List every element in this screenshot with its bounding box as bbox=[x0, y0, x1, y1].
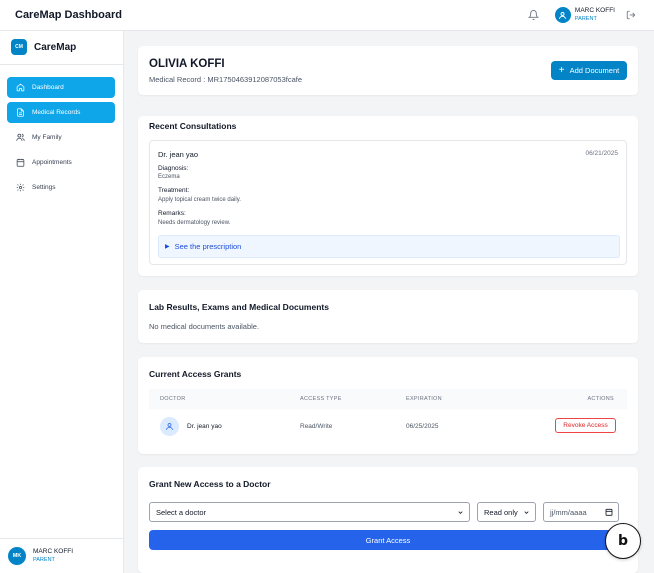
header-user-role: PARENT bbox=[574, 15, 597, 22]
date-placeholder: jj/mm/aaaa bbox=[550, 507, 587, 517]
patient-name: OLIVIA KOFFI bbox=[149, 58, 225, 70]
users-icon bbox=[15, 133, 25, 143]
sidebar: CM CareMap Dashboard Medical Records My … bbox=[0, 31, 124, 573]
app-title: CareMap Dashboard bbox=[15, 9, 122, 21]
doctor-avatar-icon bbox=[160, 417, 179, 436]
sidebar-user[interactable]: MK MARC KOFFI PARENT bbox=[0, 538, 123, 573]
sidebar-item-dashboard[interactable]: Dashboard bbox=[7, 77, 115, 98]
medical-record-id: Medical Record : MR1750463912087053fcafe bbox=[149, 75, 303, 84]
table-header: DOCTOR ACCESS TYPE EXPIRATION ACTIONS bbox=[149, 389, 627, 409]
grant-access-card: Grant New Access to a Doctor Select a do… bbox=[138, 467, 638, 573]
caret-right-icon: ▶ bbox=[165, 244, 170, 250]
sidebar-item-settings[interactable]: Settings bbox=[7, 177, 115, 198]
top-header: CareMap Dashboard MARC KOFFI PARENT bbox=[0, 0, 654, 31]
add-document-label: Add Document bbox=[569, 66, 620, 75]
consultations-card: Recent Consultations Dr. jean yao 06/21/… bbox=[138, 116, 638, 276]
grant-expiration: 06/25/2025 bbox=[406, 423, 439, 430]
b-logo-icon: b bbox=[617, 533, 629, 549]
sidebar-user-info: MARC KOFFI PARENT bbox=[33, 548, 74, 563]
doctor-select[interactable]: Select a doctor bbox=[149, 502, 470, 522]
access-grants-card: Current Access Grants DOCTOR ACCESS TYPE… bbox=[138, 357, 638, 454]
header-user-info[interactable]: MARC KOFFI PARENT bbox=[574, 7, 615, 22]
table-row: Dr. jean yao Read/Write 06/25/2025 Revok… bbox=[149, 409, 627, 444]
consultations-title: Recent Consultations bbox=[149, 121, 237, 131]
brand[interactable]: CM CareMap bbox=[11, 39, 76, 55]
document-icon bbox=[15, 108, 25, 118]
brand-name: CareMap bbox=[34, 41, 77, 53]
expiration-date-input[interactable]: jj/mm/aaaa bbox=[543, 502, 619, 522]
consultation-doctor: Dr. jean yao bbox=[158, 150, 199, 159]
revoke-access-button[interactable]: Revoke Access bbox=[555, 418, 616, 433]
treatment-value: Apply topical cream twice daily. bbox=[158, 197, 241, 203]
lab-results-card: Lab Results, Exams and Medical Documents… bbox=[138, 290, 638, 343]
plus-icon: + bbox=[558, 64, 565, 76]
grant-access-button[interactable]: Grant Access bbox=[149, 530, 627, 550]
grant-access-title: Grant New Access to a Doctor bbox=[149, 479, 271, 489]
diagnosis-value: Eczema bbox=[158, 174, 180, 180]
sidebar-item-label: Appointments bbox=[32, 159, 72, 166]
avatar: MK bbox=[8, 547, 26, 565]
consultation-date: 06/21/2025 bbox=[585, 150, 618, 157]
access-type-select-value: Read only bbox=[484, 507, 518, 517]
logout-icon[interactable] bbox=[625, 9, 637, 21]
diagnosis-label: Diagnosis: bbox=[158, 165, 189, 172]
sidebar-user-role: PARENT bbox=[33, 556, 55, 563]
floating-badge[interactable]: b bbox=[605, 523, 641, 559]
sidebar-item-my-family[interactable]: My Family bbox=[7, 127, 115, 148]
calendar-icon[interactable] bbox=[605, 508, 613, 516]
add-document-button[interactable]: + Add Document bbox=[551, 61, 627, 80]
prescription-toggle[interactable]: ▶ See the prescription bbox=[158, 235, 620, 258]
bell-icon[interactable] bbox=[527, 8, 541, 22]
header-user-area: MARC KOFFI PARENT bbox=[527, 7, 654, 23]
sidebar-item-appointments[interactable]: Appointments bbox=[7, 152, 115, 173]
sidebar-item-label: Settings bbox=[32, 184, 56, 191]
prescription-label: See the prescription bbox=[174, 242, 242, 251]
grant-doctor: Dr. jean yao bbox=[187, 423, 222, 430]
treatment-label: Treatment: bbox=[158, 187, 190, 194]
header-user-name: MARC KOFFI bbox=[574, 7, 615, 14]
sidebar-item-label: Dashboard bbox=[32, 84, 64, 91]
lab-results-title: Lab Results, Exams and Medical Documents bbox=[149, 302, 329, 312]
divider bbox=[0, 64, 123, 65]
calendar-icon bbox=[15, 158, 25, 168]
column-header: DOCTOR bbox=[160, 396, 186, 402]
sidebar-user-name: MARC KOFFI bbox=[33, 548, 74, 555]
remarks-label: Remarks: bbox=[158, 210, 186, 217]
sidebar-item-medical-records[interactable]: Medical Records bbox=[7, 102, 115, 123]
sidebar-item-label: Medical Records bbox=[32, 109, 81, 116]
grant-access-type: Read/Write bbox=[300, 423, 333, 430]
gear-icon bbox=[15, 183, 25, 193]
column-header: ACTIONS bbox=[587, 396, 614, 402]
column-header: ACCESS TYPE bbox=[300, 396, 342, 402]
user-avatar-icon[interactable] bbox=[554, 7, 571, 23]
brand-logo: CM bbox=[11, 39, 27, 55]
chevron-down-icon bbox=[456, 508, 464, 516]
empty-documents-message: No medical documents available. bbox=[149, 322, 260, 331]
doctor-select-value: Select a doctor bbox=[156, 507, 207, 517]
patient-card: OLIVIA KOFFI Medical Record : MR17504639… bbox=[138, 46, 638, 95]
chevron-down-icon bbox=[522, 508, 530, 516]
column-header: EXPIRATION bbox=[406, 396, 442, 402]
sidebar-item-label: My Family bbox=[32, 134, 62, 141]
home-icon bbox=[15, 83, 25, 93]
access-grants-title: Current Access Grants bbox=[149, 369, 242, 379]
consultation-item: Dr. jean yao 06/21/2025 Diagnosis: Eczem… bbox=[149, 140, 627, 265]
access-type-select[interactable]: Read only bbox=[477, 502, 536, 522]
remarks-value: Needs dermatology review. bbox=[158, 220, 231, 226]
